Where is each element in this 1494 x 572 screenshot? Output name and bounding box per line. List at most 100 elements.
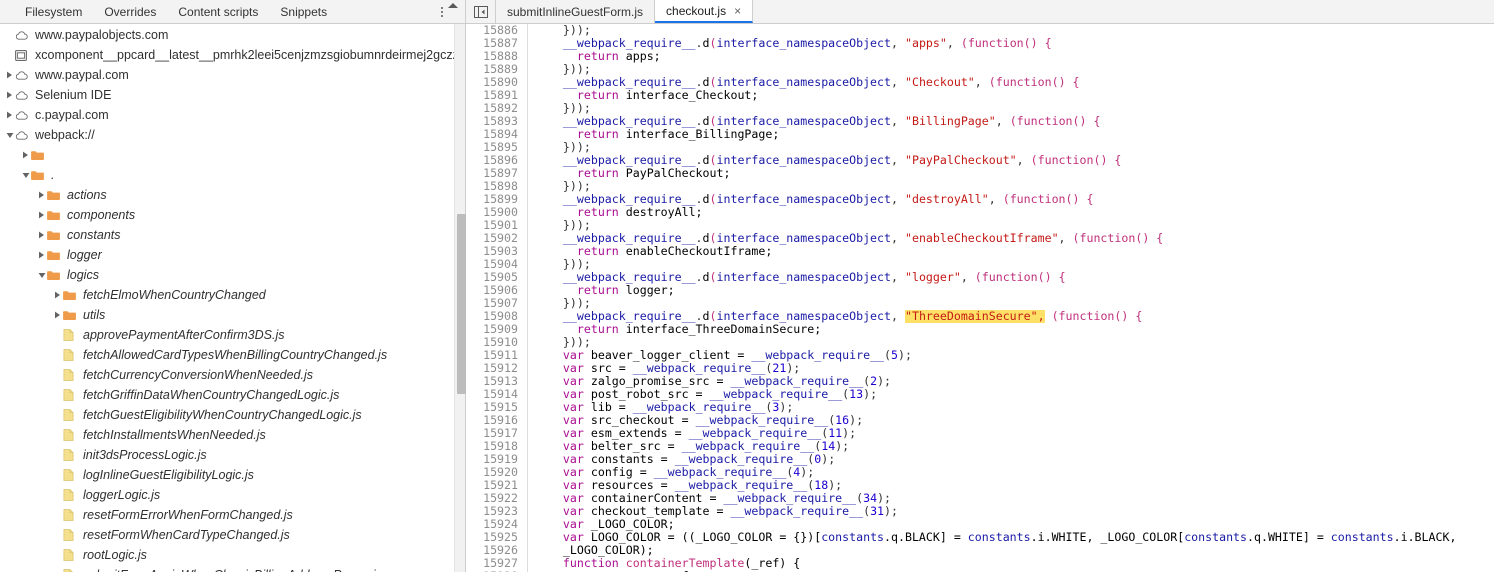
- tree-item[interactable]: fetchCurrencyConversionWhenNeeded.js: [0, 365, 465, 385]
- code-text[interactable]: function containerTemplate(_ref) {: [528, 557, 800, 570]
- code-text[interactable]: return enableCheckoutIframe;: [528, 245, 772, 258]
- tree-item[interactable]: xcomponent__ppcard__latest__pmrhk2leei5c…: [0, 45, 465, 65]
- tree-item[interactable]: fetchAllowedCardTypesWhenBillingCountryC…: [0, 345, 465, 365]
- chevron-down-icon[interactable]: [20, 165, 31, 185]
- tree-item[interactable]: fetchGuestEligibilityWhenCountryChangedL…: [0, 405, 465, 425]
- tree-item[interactable]: fetchGriffinDataWhenCountryChangedLogic.…: [0, 385, 465, 405]
- code-text[interactable]: var LOGO_COLOR = ((_LOGO_COLOR = {})[con…: [528, 531, 1457, 544]
- code-text[interactable]: }));: [528, 63, 591, 76]
- tree-item[interactable]: www.paypalobjects.com: [0, 25, 465, 45]
- tree-item[interactable]: Selenium IDE: [0, 85, 465, 105]
- chevron-right-icon[interactable]: [20, 145, 31, 165]
- more-vertical-icon[interactable]: [435, 3, 449, 21]
- tab-checkout-js[interactable]: checkout.js ×: [655, 0, 754, 23]
- tab-overrides[interactable]: Overrides: [93, 0, 167, 24]
- tree-item[interactable]: www.paypal.com: [0, 65, 465, 85]
- tab-content-scripts[interactable]: Content scripts: [167, 0, 269, 24]
- tree-item[interactable]: webpack://: [0, 125, 465, 145]
- file-js-icon: [63, 409, 80, 421]
- code-text[interactable]: return logger;: [528, 284, 675, 297]
- chevron-right-icon[interactable]: [52, 285, 63, 305]
- chevron-right-icon[interactable]: [4, 105, 15, 125]
- tree-item[interactable]: resetFormErrorWhenFormChanged.js: [0, 505, 465, 525]
- code-text[interactable]: return PayPalCheckout;: [528, 167, 731, 180]
- tree-item[interactable]: [0, 145, 465, 165]
- code-text[interactable]: return interface_Checkout;: [528, 89, 759, 102]
- code-text[interactable]: var constants = __webpack_require__(0);: [528, 453, 835, 466]
- code-text[interactable]: var lib = __webpack_require__(3);: [528, 401, 793, 414]
- show-navigator-icon[interactable]: [466, 0, 496, 23]
- code-text[interactable]: var resources = __webpack_require__(18);: [528, 479, 842, 492]
- code-text[interactable]: __webpack_require__.d(interface_namespac…: [528, 115, 1101, 128]
- code-line: 15901 }));: [466, 219, 1494, 232]
- chevron-right-icon[interactable]: [52, 305, 63, 325]
- code-text[interactable]: var beaver_logger_client = __webpack_req…: [528, 349, 912, 362]
- tree-item[interactable]: utils: [0, 305, 465, 325]
- code-text[interactable]: }));: [528, 297, 591, 310]
- code-text[interactable]: }));: [528, 141, 591, 154]
- tree-item[interactable]: loggerLogic.js: [0, 485, 465, 505]
- code-text[interactable]: }));: [528, 102, 591, 115]
- tree-item[interactable]: constants: [0, 225, 465, 245]
- chevron-right-icon[interactable]: [36, 185, 47, 205]
- tree-item[interactable]: approvePaymentAfterConfirm3DS.js: [0, 325, 465, 345]
- code-text[interactable]: return apps;: [528, 50, 661, 63]
- tree-item[interactable]: resetFormWhenCardTypeChanged.js: [0, 525, 465, 545]
- scroll-up-arrow-icon[interactable]: [448, 3, 458, 8]
- code-text[interactable]: var belter_src = __webpack_require__(14)…: [528, 440, 849, 453]
- file-tree[interactable]: www.paypalobjects.com xcomponent__ppcard_…: [0, 24, 465, 572]
- tree-item[interactable]: fetchInstallmentsWhenNeeded.js: [0, 425, 465, 445]
- chevron-right-icon[interactable]: [4, 65, 15, 85]
- chevron-down-icon[interactable]: [36, 265, 47, 285]
- tab-filesystem[interactable]: Filesystem: [14, 0, 93, 24]
- code-text[interactable]: var checkout_template = __webpack_requir…: [528, 505, 898, 518]
- code-text[interactable]: return destroyAll;: [528, 206, 703, 219]
- tree-item[interactable]: logInlineGuestEligibilityLogic.js: [0, 465, 465, 485]
- code-text[interactable]: }));: [528, 258, 591, 271]
- code-text[interactable]: }));: [528, 336, 591, 349]
- navigator-scrollbar[interactable]: [454, 24, 466, 572]
- code-text[interactable]: var src = __webpack_require__(21);: [528, 362, 800, 375]
- tree-item[interactable]: logger: [0, 245, 465, 265]
- navigator-scrollbar-thumb[interactable]: [457, 214, 466, 394]
- tree-item[interactable]: .: [0, 165, 465, 185]
- code-text[interactable]: }));: [528, 180, 591, 193]
- code-text[interactable]: return interface_ThreeDomainSecure;: [528, 323, 821, 336]
- code-text[interactable]: __webpack_require__.d(interface_namespac…: [528, 154, 1121, 167]
- code-text[interactable]: var zalgo_promise_src = __webpack_requir…: [528, 375, 891, 388]
- code-editor[interactable]: 15886 })); 15887 __webpack_require__.d(in…: [466, 24, 1494, 572]
- chevron-right-icon[interactable]: [4, 85, 15, 105]
- chevron-right-icon[interactable]: [36, 205, 47, 225]
- tree-item[interactable]: logics: [0, 265, 465, 285]
- tree-item[interactable]: components: [0, 205, 465, 225]
- close-icon[interactable]: ×: [734, 5, 741, 17]
- code-line: 15910 }));: [466, 336, 1494, 349]
- tree-item[interactable]: c.paypal.com: [0, 105, 465, 125]
- code-text[interactable]: var containerContent = __webpack_require…: [528, 492, 891, 505]
- code-text[interactable]: __webpack_require__.d(interface_namespac…: [528, 271, 1066, 284]
- tab-snippets[interactable]: Snippets: [269, 0, 338, 24]
- code-text[interactable]: }));: [528, 219, 591, 232]
- code-text[interactable]: __webpack_require__.d(interface_namespac…: [528, 310, 1142, 323]
- tree-item[interactable]: actions: [0, 185, 465, 205]
- code-text[interactable]: return interface_BillingPage;: [528, 128, 779, 141]
- chevron-right-icon[interactable]: [36, 245, 47, 265]
- code-text[interactable]: __webpack_require__.d(interface_namespac…: [528, 76, 1080, 89]
- code-text[interactable]: var post_robot_src = __webpack_require__…: [528, 388, 877, 401]
- code-text[interactable]: var _LOGO_COLOR;: [528, 518, 675, 531]
- code-text[interactable]: var esm_extends = __webpack_require__(11…: [528, 427, 856, 440]
- chevron-down-icon[interactable]: [4, 125, 15, 145]
- tab-submitinlineguestform-js[interactable]: submitInlineGuestForm.js: [496, 0, 656, 23]
- tree-item[interactable]: submitFormAgainWhenClassicBillingAddress…: [0, 565, 465, 572]
- chevron-right-icon[interactable]: [36, 225, 47, 245]
- tree-item[interactable]: init3dsProcessLogic.js: [0, 445, 465, 465]
- code-text[interactable]: __webpack_require__.d(interface_namespac…: [528, 37, 1052, 50]
- tree-item[interactable]: fetchElmoWhenCountryChanged: [0, 285, 465, 305]
- code-text[interactable]: var config = __webpack_require__(4);: [528, 466, 814, 479]
- code-text[interactable]: var src_checkout = __webpack_require__(1…: [528, 414, 863, 427]
- code-text[interactable]: _LOGO_COLOR);: [528, 544, 654, 557]
- code-text[interactable]: }));: [528, 24, 591, 37]
- code-text[interactable]: __webpack_require__.d(interface_namespac…: [528, 193, 1094, 206]
- code-text[interactable]: __webpack_require__.d(interface_namespac…: [528, 232, 1163, 245]
- tree-item[interactable]: rootLogic.js: [0, 545, 465, 565]
